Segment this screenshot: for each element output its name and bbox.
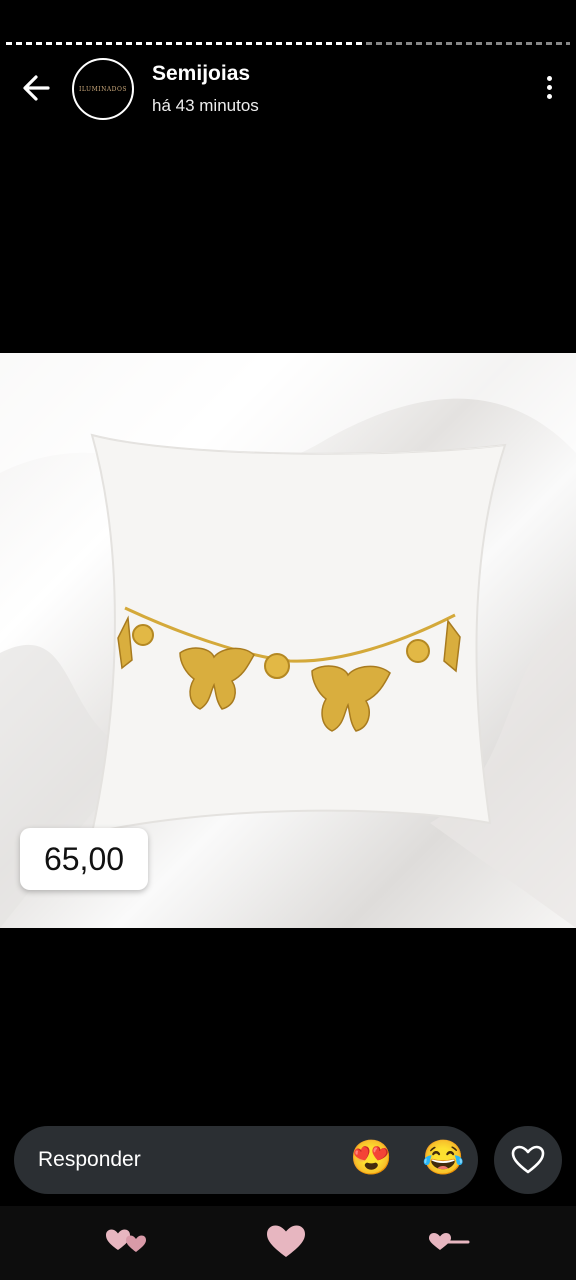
laughing-emoji-button[interactable]: 😂 [422,1138,464,1178]
heart-outline-icon [511,1145,545,1174]
account-name[interactable]: Semijoias [152,62,250,86]
story-header: ILUMINADOS Semijoias há 43 minutos [0,56,576,120]
posted-time: há 43 minutos [152,96,259,115]
heart-icon[interactable] [264,1222,308,1260]
story-progress-bar [6,42,570,45]
more-vertical-icon [546,76,552,81]
bottom-nav-bar [0,1206,576,1280]
avatar-logo-text: ILUMINADOS [78,85,128,93]
avatar[interactable]: ILUMINADOS [72,58,134,120]
arrow-left-icon [23,75,50,101]
back-button[interactable] [18,70,58,106]
price-sticker: 65,00 [20,828,148,890]
double-heart-icon[interactable] [104,1224,150,1258]
reply-bar[interactable]: Responder 😍 😂 [14,1126,478,1194]
like-button[interactable] [494,1126,562,1194]
more-options-button[interactable] [544,76,554,102]
heart-arrow-icon[interactable] [426,1228,470,1256]
heart-eyes-emoji-button[interactable]: 😍 [350,1138,392,1178]
reply-input[interactable]: Responder [38,1148,141,1172]
